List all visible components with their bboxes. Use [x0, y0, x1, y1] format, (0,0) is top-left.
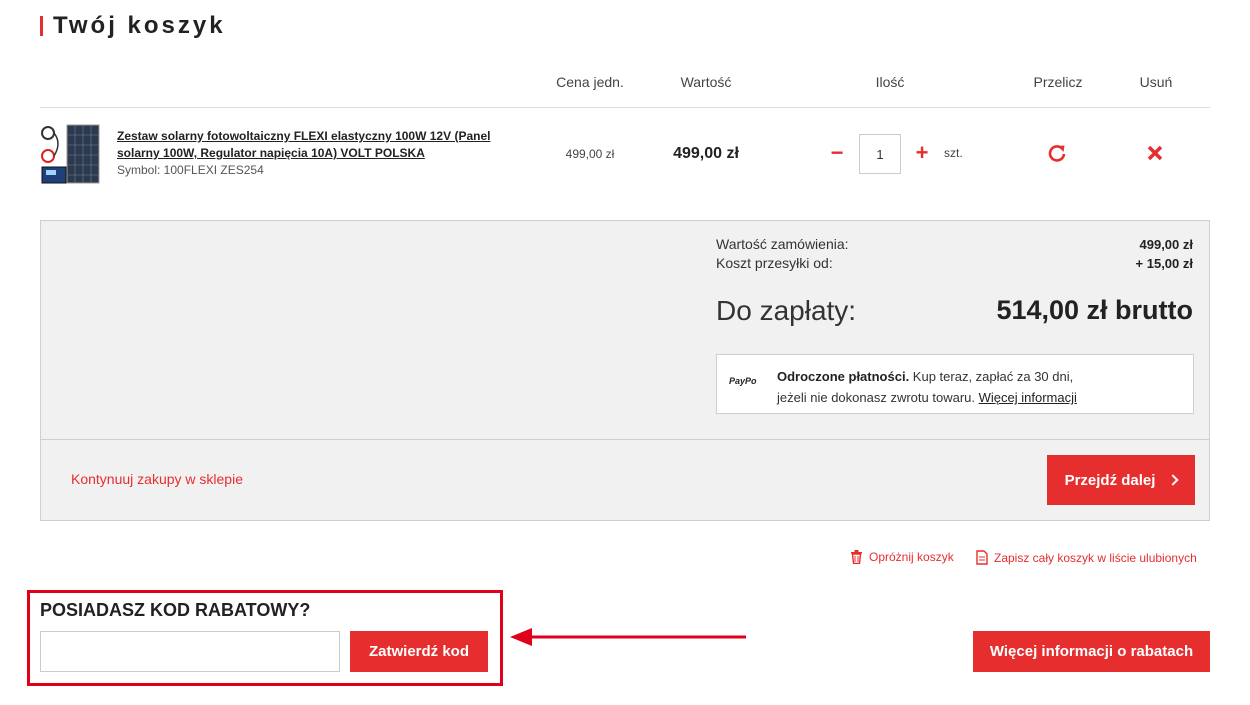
shipping-label: Koszt przesyłki od: [716, 255, 833, 271]
title-accent-bar [40, 16, 43, 36]
promo-title: POSIADASZ KOD RABATOWY? [40, 600, 311, 620]
page-title-text: Twój koszyk [53, 12, 226, 39]
promo-code-input[interactable] [40, 631, 340, 672]
paypo-text-2: jeżeli nie dokonasz zwrotu towaru. [777, 390, 979, 405]
annotation-arrow-icon [510, 628, 746, 646]
order-summary-panel: Wartość zamówienia: 499,00 zł Koszt prze… [40, 220, 1210, 521]
product-thumbnail[interactable] [40, 123, 102, 185]
paypo-info-box: PayPo Odroczone płatności. Kup teraz, za… [716, 354, 1194, 414]
quantity-input[interactable] [859, 134, 901, 174]
product-symbol: Symbol: 100FLEXI ZES254 [117, 163, 264, 177]
continue-shopping-link[interactable]: Kontynuuj zakupy w sklepie [71, 471, 243, 487]
recalculate-icon[interactable] [1047, 143, 1067, 163]
empty-cart-label: Opróżnij koszyk [869, 550, 954, 564]
shipping-value: + 15,00 zł [1135, 256, 1193, 271]
paypo-bold-text: Odroczone płatności. [777, 369, 910, 384]
discount-info-button[interactable]: Więcej informacji o rabatach [973, 631, 1210, 672]
paypo-logo: PayPo [729, 376, 757, 386]
remove-item-icon[interactable] [1147, 145, 1163, 161]
item-unit-price: 499,00 zł [565, 147, 615, 161]
order-value-label: Wartość zamówienia: [716, 236, 849, 252]
order-value: 499,00 zł [1139, 237, 1194, 252]
to-pay-label: Do zapłaty: [716, 295, 857, 326]
empty-cart-link[interactable]: Opróżnij koszyk [850, 550, 954, 564]
summary-divider [41, 439, 1209, 440]
paypo-more-info-link[interactable]: Więcej informacji [979, 390, 1077, 405]
quantity-decrease-button[interactable]: − [827, 141, 847, 165]
header-quantity: Ilość [875, 74, 905, 90]
header-divider [40, 107, 1210, 108]
header-remove: Usuń [1139, 74, 1173, 90]
page-title: Twój koszyk [40, 12, 226, 40]
trash-icon [851, 550, 862, 564]
save-to-favorites-label: Zapisz cały koszyk w liście ulubionych [994, 550, 1197, 565]
header-unit-price: Cena jedn. [556, 74, 624, 90]
header-recalc: Przelicz [1033, 74, 1083, 90]
paypo-text-1: Kup teraz, zapłać za 30 dni, [909, 369, 1074, 384]
to-pay-value: 514,00 zł brutto [996, 295, 1193, 325]
save-to-favorites-link[interactable]: Zapisz cały koszyk w liście ulubionych [976, 550, 1197, 565]
header-value: Wartość [680, 74, 732, 90]
quantity-unit: szt. [944, 146, 963, 160]
chevron-right-icon [1167, 474, 1180, 486]
proceed-button[interactable]: Przejdź dalej [1047, 455, 1195, 505]
submit-promo-button[interactable]: Zatwierdź kod [350, 631, 488, 672]
proceed-button-label: Przejdź dalej [1064, 471, 1156, 489]
quantity-increase-button[interactable]: + [912, 141, 932, 165]
document-icon [976, 550, 988, 565]
product-name-link[interactable]: Zestaw solarny fotowoltaiczny FLEXI elas… [117, 128, 527, 162]
item-value: 499,00 zł [673, 145, 739, 162]
paypo-description: Odroczone płatności. Kup teraz, zapłać z… [777, 366, 1177, 408]
